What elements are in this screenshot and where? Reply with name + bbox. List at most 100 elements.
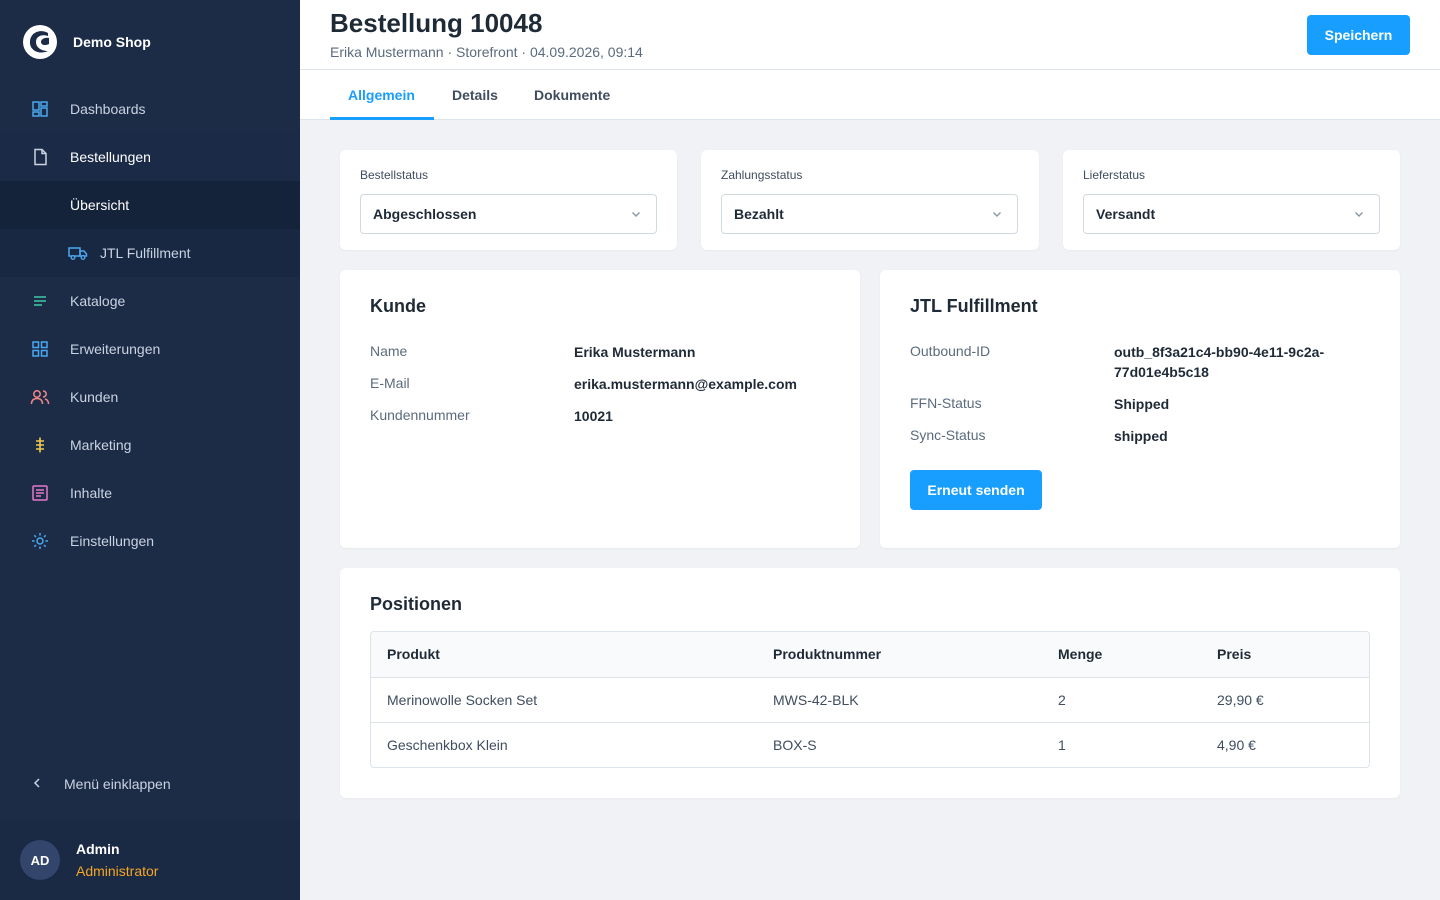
collapse-menu-button[interactable]: Menü einklappen [32, 776, 171, 792]
cell-quantity: 2 [1058, 692, 1066, 708]
user-role: Administrator [76, 863, 159, 879]
order-status-select[interactable]: Abgeschlossen [360, 194, 657, 234]
sidebar-item-einstellungen[interactable]: Einstellungen [0, 517, 300, 565]
fulfillment-card: JTL Fulfillment Outbound-ID outb_8f3a21c… [880, 270, 1400, 548]
cell-product-number: BOX-S [773, 737, 817, 753]
delivery-status-card: Lieferstatus Versandt [1063, 150, 1400, 250]
cell-product: Merinowolle Socken Set [387, 692, 538, 708]
sidebar-item-jtl-fulfillment[interactable]: JTL Fulfillment [0, 229, 300, 277]
delivery-status-label: Lieferstatus [1083, 168, 1146, 182]
customer-name-value: Erika Mustermann [574, 344, 696, 360]
page-subtitle: Erika Mustermann · Storefront · 04.09.20… [330, 44, 643, 60]
table-header-row: Produkt Produktnummer Menge Preis [371, 632, 1369, 677]
sidebar-item-label: JTL Fulfillment [100, 245, 191, 261]
sync-status-value: shipped [1114, 428, 1168, 444]
sidebar-item-inhalte[interactable]: Inhalte [0, 469, 300, 517]
dashboard-icon [30, 99, 50, 119]
save-button[interactable]: Speichern [1307, 15, 1410, 55]
table-row[interactable]: Merinowolle Socken Set MWS-42-BLK 2 29,9… [371, 677, 1369, 722]
dollar-icon [30, 435, 50, 455]
customer-number-label: Kundennummer [370, 407, 470, 423]
sidebar: Demo Shop Dashboards Bestellungen Übersi… [0, 0, 300, 900]
payment-status-value: Bezahlt [734, 206, 784, 222]
sidebar-item-label: Erweiterungen [70, 341, 161, 357]
sidebar-item-kataloge[interactable]: Kataloge [0, 277, 300, 325]
positions-card: Positionen Produkt Produktnummer Menge P… [340, 568, 1400, 798]
resend-button[interactable]: Erneut senden [910, 470, 1042, 510]
sidebar-item-uebersicht[interactable]: Übersicht [0, 181, 300, 229]
payment-status-label: Zahlungsstatus [721, 168, 803, 182]
order-status-label: Bestellstatus [360, 168, 429, 182]
tab-details[interactable]: Details [452, 70, 498, 120]
sync-status-label: Sync-Status [910, 427, 986, 443]
chevron-down-icon [993, 212, 1001, 217]
sidebar-item-dashboards[interactable]: Dashboards [0, 85, 300, 133]
cell-product: Geschenkbox Klein [387, 737, 508, 753]
sidebar-item-bestellungen[interactable]: Bestellungen [0, 133, 300, 181]
column-header-product-number[interactable]: Produktnummer [773, 632, 881, 676]
ffn-status-value: Shipped [1114, 396, 1170, 412]
positions-table: Produkt Produktnummer Menge Preis Merino… [370, 631, 1370, 768]
grid-icon [30, 339, 50, 359]
payment-status-select[interactable]: Bezahlt [721, 194, 1018, 234]
page-header: Bestellung 10048 Erika Mustermann · Stor… [300, 0, 1440, 120]
outbound-id-value-line1: outb_8f3a21c4-bb90-4e11-9c2a- [1114, 344, 1325, 360]
truck-icon [68, 243, 88, 263]
sidebar-item-label: Bestellungen [70, 149, 151, 165]
collapse-label: Menü einklappen [64, 776, 171, 792]
users-icon [30, 387, 50, 407]
delivery-status-select[interactable]: Versandt [1083, 194, 1380, 234]
content-icon [30, 483, 50, 503]
sidebar-item-kunden[interactable]: Kunden [0, 373, 300, 421]
chevron-down-icon [1355, 212, 1363, 217]
order-status-value: Abgeschlossen [373, 206, 477, 222]
column-header-product[interactable]: Produkt [387, 632, 440, 676]
table-row[interactable]: Geschenkbox Klein BOX-S 1 4,90 € [371, 722, 1369, 767]
list-icon [30, 291, 50, 311]
customer-email-value: erika.mustermann@example.com [574, 376, 797, 392]
avatar: AD [20, 840, 60, 880]
cell-product-number: MWS-42-BLK [773, 692, 859, 708]
user-name: Admin [76, 841, 120, 857]
shop-name: Demo Shop [73, 34, 151, 50]
document-icon [30, 147, 50, 167]
sidebar-item-label: Kunden [70, 389, 119, 405]
customer-card-title: Kunde [370, 296, 426, 316]
outbound-id-value-line2: 77d01e4b5c18 [1114, 364, 1209, 380]
cell-quantity: 1 [1058, 737, 1066, 753]
customer-card: Kunde Name Erika Mustermann E-Mail erika… [340, 270, 860, 548]
tab-dokumente[interactable]: Dokumente [534, 70, 610, 120]
user-info: Admin Administrator [76, 841, 158, 879]
sidebar-item-marketing[interactable]: Marketing [0, 421, 300, 469]
sidebar-item-erweiterungen[interactable]: Erweiterungen [0, 325, 300, 373]
brand[interactable]: Demo Shop [22, 24, 151, 60]
chevron-down-icon [632, 212, 640, 217]
page-title: Bestellung 10048 [330, 8, 543, 38]
outbound-id-label: Outbound-ID [910, 343, 991, 359]
fulfillment-card-title: JTL Fulfillment [910, 296, 1038, 316]
gear-icon [30, 531, 50, 551]
column-header-quantity[interactable]: Menge [1058, 632, 1102, 676]
customer-email-label: E-Mail [370, 375, 410, 391]
ffn-status-label: FFN-Status [910, 395, 982, 411]
tab-allgemein[interactable]: Allgemein [348, 70, 415, 120]
delivery-status-value: Versandt [1096, 206, 1156, 222]
customer-number-value: 10021 [574, 408, 613, 424]
payment-status-card: Zahlungsstatus Bezahlt [701, 150, 1039, 250]
sidebar-item-label: Einstellungen [70, 533, 155, 549]
order-status-card: Bestellstatus Abgeschlossen [340, 150, 677, 250]
cell-price: 29,90 € [1217, 692, 1264, 708]
sidebar-item-label: Marketing [70, 437, 132, 453]
chevron-left-icon [32, 776, 42, 792]
positions-card-title: Positionen [370, 594, 463, 614]
sidebar-item-label: Dashboards [70, 101, 146, 117]
active-tab-indicator [330, 117, 434, 120]
shop-logo-icon [23, 25, 57, 59]
sidebar-item-label: Inhalte [70, 485, 113, 501]
column-header-price[interactable]: Preis [1217, 632, 1251, 676]
user-profile[interactable]: AD Admin Administrator [0, 820, 300, 900]
customer-name-label: Name [370, 343, 408, 359]
sidebar-item-label: Kataloge [70, 293, 126, 309]
cell-price: 4,90 € [1217, 737, 1256, 753]
sidebar-item-label: Übersicht [70, 197, 130, 213]
